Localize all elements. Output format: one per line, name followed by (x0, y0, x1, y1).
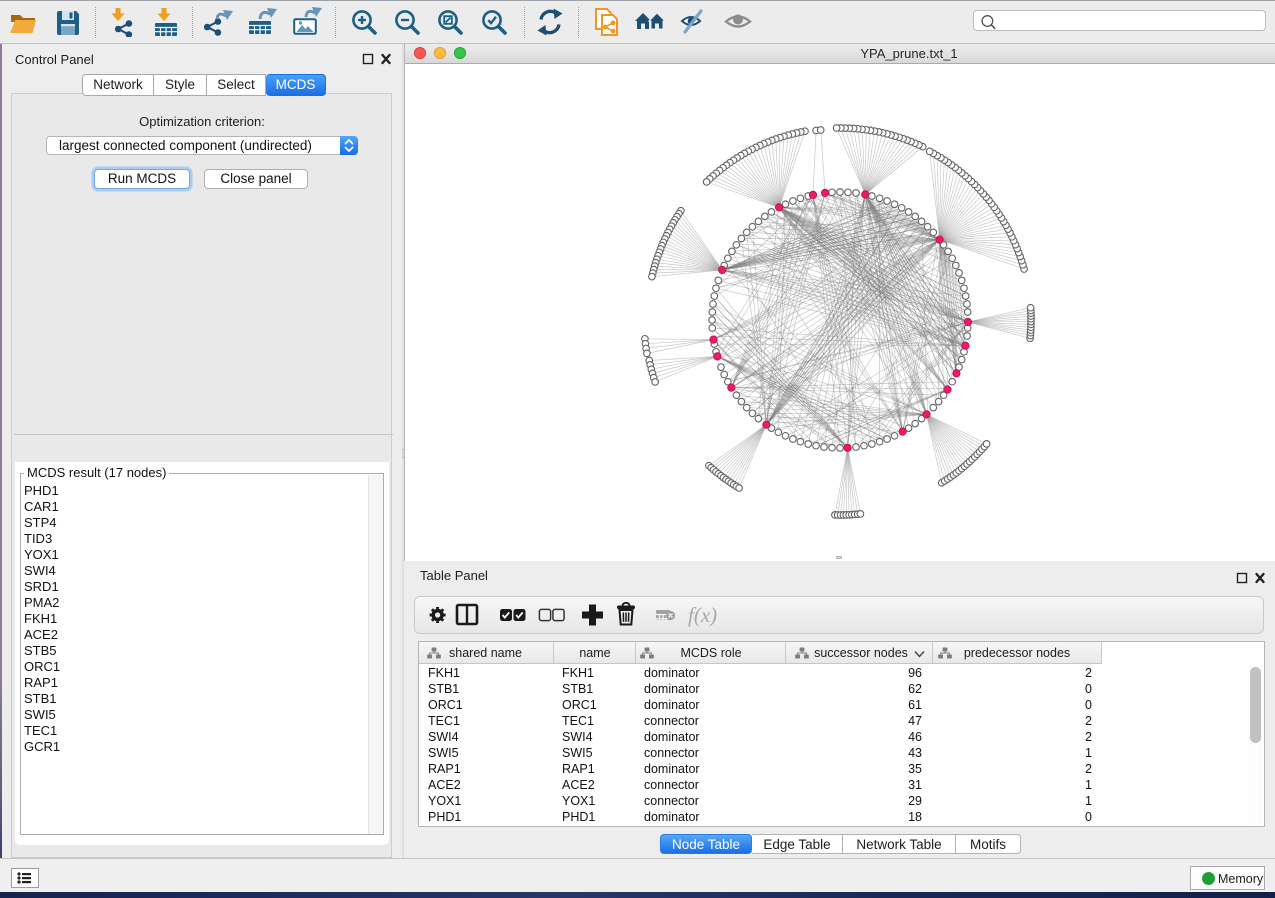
svg-text:f(x): f(x) (688, 603, 717, 627)
